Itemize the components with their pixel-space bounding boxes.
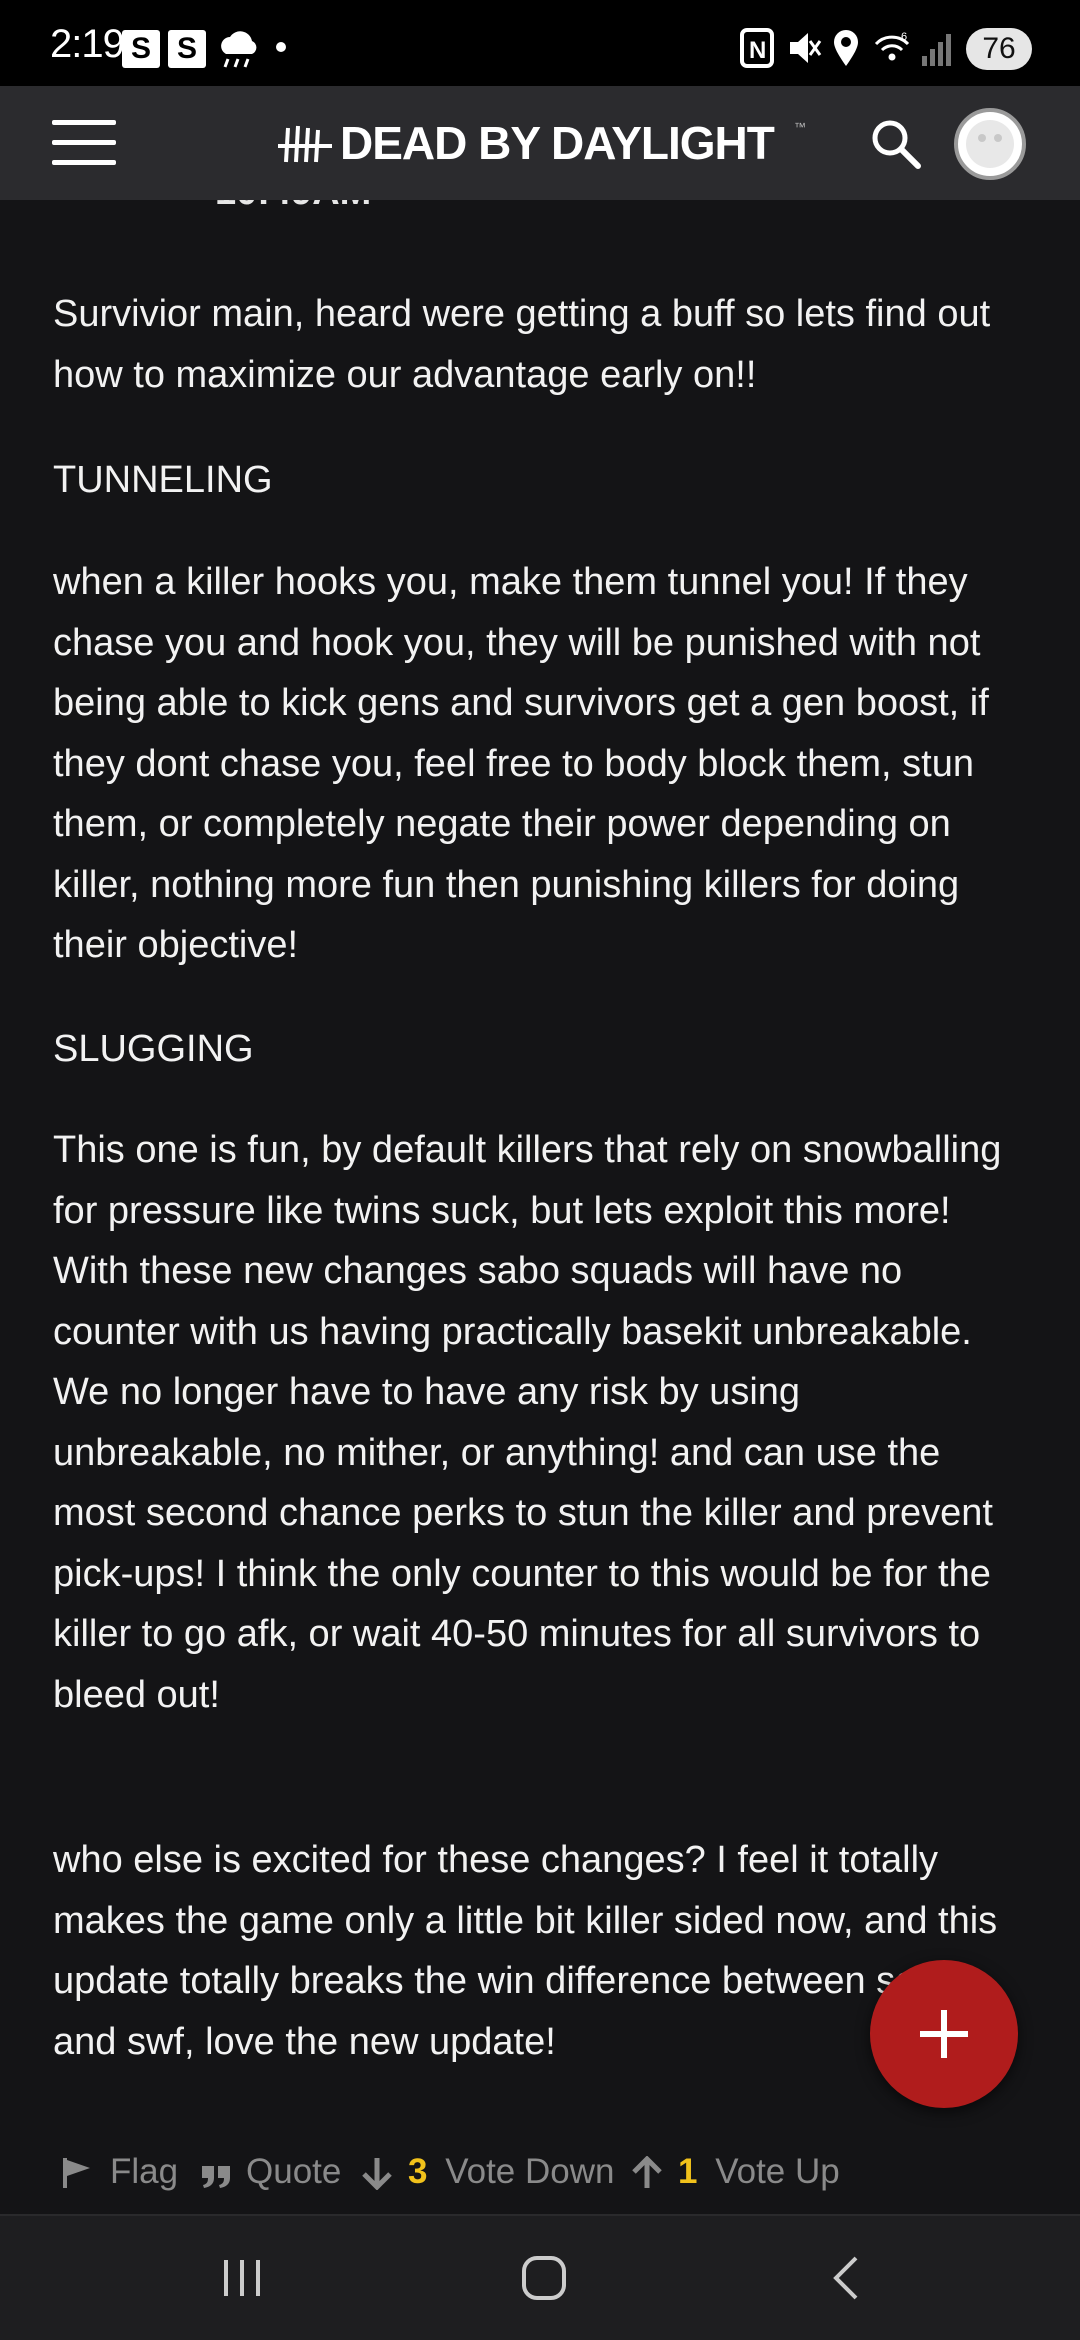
arrow-up-icon: [632, 2156, 662, 2188]
mute-icon: [790, 33, 822, 63]
vote-down-button[interactable]: 3 Vote Down: [360, 2142, 614, 2202]
flag-label: Flag: [110, 2152, 179, 2191]
vote-down-label: Vote Down: [445, 2152, 615, 2191]
brand-logo[interactable]: DEAD BY DAYLIGHT ™: [276, 116, 806, 172]
quote-label: Quote: [246, 2152, 342, 2191]
post-timestamp: 10:49AM: [215, 200, 371, 222]
hamburger-menu-icon[interactable]: [52, 120, 116, 166]
svg-text:N: N: [749, 37, 766, 64]
app-header: DEAD BY DAYLIGHT ™: [0, 86, 1080, 200]
notification-dot: [276, 42, 286, 52]
post-paragraph-tunneling: when a killer hooks you, make them tunne…: [53, 561, 989, 966]
avatar[interactable]: [954, 108, 1026, 180]
vote-up-count: 1: [678, 2152, 698, 2191]
arrow-down-icon: [362, 2158, 392, 2190]
vote-up-button[interactable]: 1 Vote Up: [630, 2142, 840, 2202]
vote-down-count: 3: [408, 2152, 428, 2191]
post-heading-tunneling: TUNNELING: [53, 459, 273, 501]
location-icon: [834, 30, 858, 66]
status-badge-2: S: [168, 30, 206, 68]
home-icon[interactable]: [516, 2250, 572, 2306]
wifi-6-icon: 6: [874, 31, 910, 61]
post-heading-slugging: SLUGGING: [53, 1028, 254, 1070]
status-time: 2:19: [50, 22, 125, 66]
nfc-icon: N: [740, 28, 774, 68]
flag-button[interactable]: Flag: [60, 2142, 178, 2202]
status-bar: 2:19 S S N 6 76: [0, 0, 1080, 86]
quote-button[interactable]: Quote: [200, 2142, 341, 2202]
screen: 2:19 S S N 6 76 DEAD BY DAYLIGHT ™ Survi…: [0, 0, 1080, 2340]
compose-fab[interactable]: [870, 1960, 1018, 2108]
status-badge-1: S: [122, 30, 160, 68]
brand-name: DEAD BY DAYLIGHT: [340, 117, 775, 169]
post-body: 10:49AM Survivior main, heard were getti…: [53, 200, 1028, 2128]
system-nav-bar: [0, 2216, 1080, 2340]
vote-up-label: Vote Up: [715, 2152, 840, 2191]
search-icon[interactable]: [868, 116, 924, 172]
signal-icon: [922, 34, 951, 66]
battery-indicator: 76: [966, 28, 1032, 70]
flag-icon: [63, 2158, 90, 2188]
back-icon[interactable]: [820, 2250, 876, 2306]
post-paragraph-intro: Survivior main, heard were getting a buf…: [53, 293, 991, 396]
svg-text:6: 6: [901, 31, 907, 43]
weather-rain-icon: [221, 31, 257, 68]
brand-trademark: ™: [794, 120, 806, 134]
recent-apps-icon[interactable]: [214, 2250, 270, 2306]
quote-icon: [202, 2166, 230, 2188]
post-paragraph-slugging: This one is fun, by default killers that…: [53, 1129, 1002, 1716]
logo-mark-icon: [278, 125, 332, 163]
